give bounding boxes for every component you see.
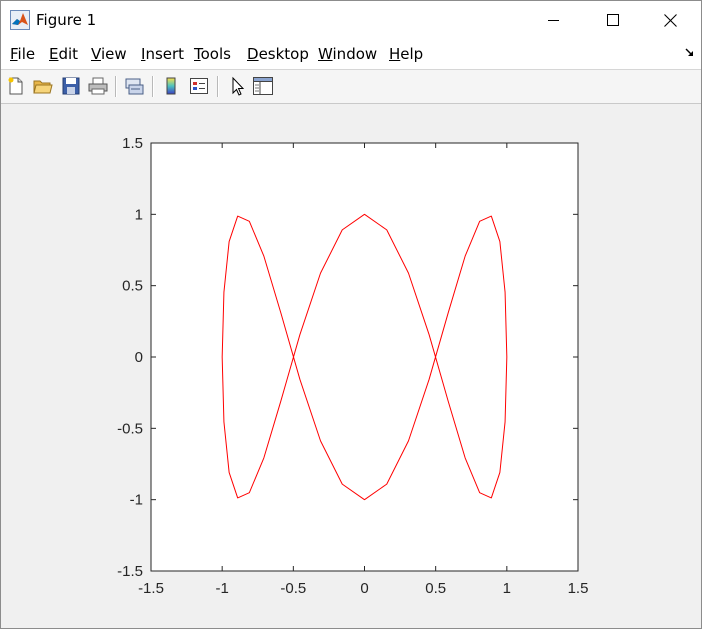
figure-canvas: -1.5 -1 -0.5 0 0.5 1 1.5 1.5 1 0.5 0 -0.5 -1 -1.5 (1, 104, 701, 628)
print-icon (88, 77, 108, 95)
link-plot-icon (125, 78, 144, 95)
y-tick-label: 1 (135, 206, 143, 223)
insert-colorbar-icon (166, 77, 176, 95)
y-tick-label: 1.5 (122, 135, 143, 152)
y-tick-label: 0 (135, 349, 143, 366)
x-tick-label: 0 (360, 580, 368, 597)
property-inspector-icon (253, 77, 273, 95)
toolbar-separator (217, 76, 219, 97)
new-figure-button[interactable] (5, 75, 27, 97)
open-file-icon (33, 80, 53, 94)
insert-colorbar-button[interactable] (160, 75, 182, 97)
menu-tools[interactable]: Tools (194, 45, 231, 63)
edit-plot-icon (232, 76, 245, 96)
toolbar (1, 69, 701, 104)
property-inspector-button[interactable] (252, 75, 274, 97)
insert-legend-icon (190, 78, 208, 94)
minimize-button[interactable] (531, 1, 577, 39)
menu-desktop[interactable]: Desktop (247, 45, 309, 63)
figure-window: Figure 1 File Edit View Insert Tools Des… (0, 0, 702, 629)
save-icon (62, 77, 80, 95)
x-tick-label: 0.5 (425, 580, 446, 597)
edit-plot-button[interactable] (226, 75, 248, 97)
axes-background[interactable] (151, 143, 578, 571)
menu-edit[interactable]: Edit (49, 45, 78, 63)
y-tick-label: -0.5 (117, 420, 143, 437)
x-tick-label: -1.5 (138, 580, 164, 597)
x-tick-label: -1 (215, 580, 228, 597)
x-tick-label: 1 (503, 580, 511, 597)
menu-window[interactable]: Window (318, 45, 377, 63)
y-tick-label: 0.5 (122, 278, 143, 295)
new-figure-icon (8, 77, 23, 95)
menu-insert[interactable]: Insert (141, 45, 184, 63)
window-title: Figure 1 (36, 11, 97, 29)
x-tick-label: -0.5 (280, 580, 306, 597)
open-file-button[interactable] (32, 75, 54, 97)
menu-file[interactable]: File (10, 45, 35, 63)
menu-view[interactable]: View (91, 45, 127, 63)
y-tick-label: -1.5 (117, 563, 143, 580)
insert-legend-button[interactable] (188, 75, 210, 97)
dock-arrow-icon[interactable] (685, 48, 695, 58)
toolbar-separator (152, 76, 154, 97)
link-plot-button[interactable] (123, 75, 145, 97)
maximize-button[interactable] (590, 1, 636, 39)
save-button[interactable] (60, 75, 82, 97)
close-icon (663, 13, 677, 27)
minimize-icon (548, 20, 559, 21)
toolbar-separator (115, 76, 117, 97)
title-bar[interactable]: Figure 1 (1, 1, 701, 39)
matlab-logo-icon (10, 10, 30, 30)
y-tick-label: -1 (130, 492, 143, 509)
close-button[interactable] (647, 1, 693, 39)
menu-help[interactable]: Help (389, 45, 423, 63)
maximize-icon (607, 14, 619, 26)
menu-bar: File Edit View Insert Tools Desktop Wind… (1, 39, 701, 69)
x-tick-label: 1.5 (568, 580, 589, 597)
plot-svg[interactable]: -1.5 -1 -0.5 0 0.5 1 1.5 1.5 1 0.5 0 -0.5 -1 -1.5 (1, 104, 701, 628)
print-button[interactable] (87, 75, 109, 97)
